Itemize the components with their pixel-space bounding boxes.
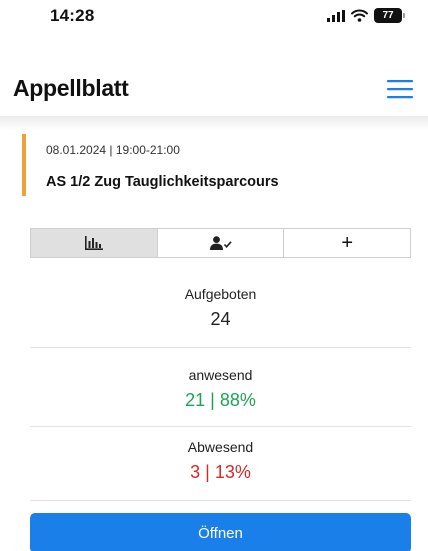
stat-anwesend-label: anwesend: [188, 367, 253, 383]
status-time: 14:28: [50, 6, 95, 25]
bar-chart-icon: [84, 236, 103, 250]
divider: [30, 426, 411, 427]
stat-abwesend-value: 3 | 13%: [190, 462, 251, 482]
wifi-icon: [351, 9, 368, 22]
event-card: 08.01.2024 | 19:00-21:00 AS 1/2 Zug Taug…: [22, 134, 412, 196]
stat-aufgeboten-value: 24: [210, 309, 231, 329]
open-button[interactable]: Öffnen: [30, 513, 411, 551]
status-icons: 77: [327, 8, 405, 23]
stat-aufgeboten-label: Aufgeboten: [184, 286, 257, 302]
tab-attendance[interactable]: [156, 229, 284, 257]
stat-anwesend-value: 21 | 88%: [185, 390, 256, 410]
battery-icon: 77: [374, 8, 405, 23]
plus-icon: +: [341, 232, 354, 254]
tab-add[interactable]: +: [283, 229, 411, 257]
tab-statistics[interactable]: [31, 229, 157, 257]
tab-bar: +: [30, 228, 411, 258]
stat-anwesend: anwesend 21 | 88%: [30, 367, 411, 411]
event-datetime: 08.01.2024 | 19:00-21:00: [46, 143, 180, 157]
divider: [30, 347, 411, 348]
page-title: Appellblatt: [13, 75, 129, 101]
hamburger-menu-icon[interactable]: [387, 78, 413, 100]
signal-icon: [327, 9, 345, 22]
status-bar: 14:28 77: [0, 0, 428, 40]
stat-aufgeboten: Aufgeboten 24: [30, 286, 411, 330]
event-name: AS 1/2 Zug Tauglichkeitsparcours: [46, 174, 279, 190]
header-shadow: [0, 116, 428, 130]
divider: [30, 500, 411, 501]
stat-abwesend-label: Abwesend: [187, 439, 254, 455]
app-header: Appellblatt: [0, 60, 428, 120]
person-check-icon: [209, 236, 232, 250]
stat-abwesend: Abwesend 3 | 13%: [30, 439, 411, 483]
